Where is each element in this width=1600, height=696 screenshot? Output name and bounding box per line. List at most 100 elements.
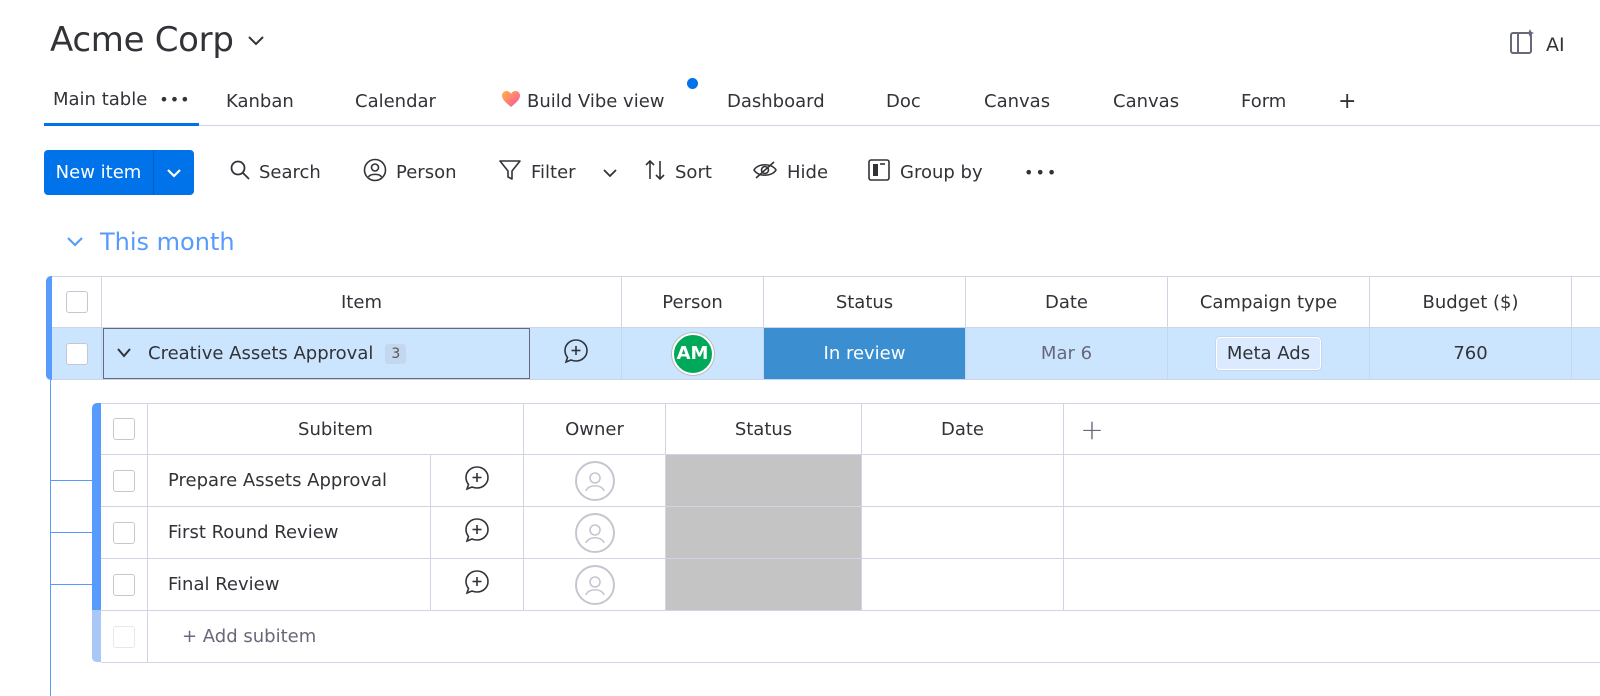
- date-cell[interactable]: [862, 507, 1064, 558]
- empty-avatar-icon[interactable]: [574, 460, 615, 501]
- item-name-cell[interactable]: Creative Assets Approval 3: [103, 328, 530, 379]
- updates-cell[interactable]: [431, 507, 524, 558]
- board-title-area[interactable]: Acme Corp: [50, 20, 266, 60]
- owner-cell[interactable]: [524, 455, 666, 506]
- person-filter-button[interactable]: Person: [363, 150, 457, 195]
- chevron-down-icon[interactable]: [154, 150, 194, 195]
- tab-build-vibe-view[interactable]: Build Vibe view: [501, 76, 665, 126]
- select-all-cell[interactable]: [52, 277, 102, 327]
- new-item-label[interactable]: New item: [44, 150, 154, 195]
- tab-doc[interactable]: Doc: [886, 76, 921, 126]
- owner-cell[interactable]: [524, 559, 666, 610]
- group-by-button[interactable]: Group by: [867, 150, 983, 195]
- new-item-button[interactable]: New item: [44, 150, 194, 195]
- owner-cell[interactable]: [524, 507, 666, 558]
- column-header-owner[interactable]: Owner: [524, 404, 666, 454]
- budget-cell[interactable]: 760: [1370, 328, 1572, 379]
- board-title[interactable]: Acme Corp: [50, 20, 234, 60]
- status-cell[interactable]: [666, 507, 862, 558]
- row-checkbox[interactable]: [113, 573, 135, 596]
- date-cell[interactable]: [862, 455, 1064, 506]
- empty-avatar-icon[interactable]: [574, 512, 615, 553]
- column-header-budget[interactable]: Budget ($): [1370, 277, 1572, 327]
- tab-label: Canvas: [984, 90, 1051, 112]
- add-update-icon[interactable]: [563, 338, 589, 369]
- add-update-icon[interactable]: [464, 465, 490, 496]
- subitem-row[interactable]: Prepare Assets Approval: [101, 455, 1600, 507]
- column-header-status[interactable]: Status: [666, 404, 862, 454]
- group-header[interactable]: This month: [66, 228, 235, 256]
- tab-canvas[interactable]: Canvas: [984, 76, 1050, 126]
- subitem-name-cell[interactable]: Final Review: [148, 559, 431, 610]
- budget-value: 760: [1453, 343, 1488, 364]
- search-button[interactable]: Search: [230, 150, 321, 195]
- eye-off-icon: [752, 159, 778, 186]
- row-select-cell[interactable]: [101, 455, 148, 506]
- more-options-icon[interactable]: •••: [159, 90, 190, 109]
- status-cell[interactable]: In review: [764, 328, 966, 379]
- tab-label: Doc: [886, 90, 921, 112]
- subitem-name[interactable]: Prepare Assets Approval: [168, 470, 387, 491]
- updates-cell[interactable]: [530, 328, 622, 379]
- add-view-button[interactable]: +: [1338, 76, 1356, 126]
- chevron-down-icon[interactable]: [66, 233, 84, 252]
- chevron-down-icon[interactable]: [246, 33, 266, 52]
- hide-button[interactable]: Hide: [752, 150, 828, 195]
- add-subitem-row[interactable]: + Add subitem: [101, 611, 1600, 663]
- row-select-cell[interactable]: [101, 507, 148, 558]
- status-cell[interactable]: [666, 455, 862, 506]
- row-checkbox[interactable]: [113, 469, 135, 492]
- subitem-name[interactable]: Final Review: [168, 574, 279, 595]
- column-header-date[interactable]: Date: [966, 277, 1168, 327]
- subitem-row[interactable]: Final Review: [101, 559, 1600, 611]
- row-checkbox[interactable]: [65, 342, 88, 365]
- empty-avatar-icon[interactable]: [574, 564, 615, 605]
- filter-button[interactable]: Filter: [498, 150, 617, 195]
- select-all-checkbox[interactable]: [65, 291, 88, 313]
- column-header-status[interactable]: Status: [764, 277, 966, 327]
- status-cell[interactable]: [666, 559, 862, 610]
- column-header-campaign-type[interactable]: Campaign type: [1168, 277, 1370, 327]
- row-select-cell[interactable]: [52, 328, 102, 379]
- tab-dashboard[interactable]: Dashboard: [727, 76, 825, 126]
- group-title[interactable]: This month: [100, 228, 235, 256]
- date-cell[interactable]: [862, 559, 1064, 610]
- updates-cell[interactable]: [431, 559, 524, 610]
- row-checkbox[interactable]: [113, 521, 135, 544]
- date-value: Mar 6: [1040, 343, 1093, 364]
- table-row[interactable]: Creative Assets Approval 3 AM In review …: [52, 328, 1600, 380]
- subitem-name-cell[interactable]: First Round Review: [148, 507, 431, 558]
- add-update-icon[interactable]: [464, 517, 490, 548]
- tab-calendar[interactable]: Calendar: [355, 76, 436, 126]
- subitem-row[interactable]: First Round Review: [101, 507, 1600, 559]
- select-all-cell[interactable]: [101, 404, 148, 454]
- chevron-down-icon[interactable]: [116, 343, 132, 364]
- avatar[interactable]: AM: [671, 332, 714, 375]
- select-all-checkbox[interactable]: [113, 418, 135, 440]
- add-column-button[interactable]: +: [1064, 404, 1120, 454]
- column-header-subitem[interactable]: Subitem: [148, 404, 524, 454]
- tab-canvas-2[interactable]: Canvas: [1113, 76, 1179, 126]
- campaign-type-cell[interactable]: Meta Ads: [1168, 328, 1370, 379]
- column-header-person[interactable]: Person: [622, 277, 764, 327]
- row-select-cell[interactable]: [101, 559, 148, 610]
- subitem-name-cell[interactable]: Prepare Assets Approval: [148, 455, 431, 506]
- subitem-count-badge[interactable]: 3: [385, 343, 407, 364]
- tab-main-table[interactable]: Main table •••: [44, 76, 199, 126]
- add-subitem-button[interactable]: + Add subitem: [148, 611, 1048, 662]
- more-options-icon[interactable]: •••: [1024, 150, 1058, 195]
- ai-button[interactable]: AI: [1508, 28, 1565, 61]
- campaign-type-chip[interactable]: Meta Ads: [1215, 337, 1322, 370]
- item-name[interactable]: Creative Assets Approval: [148, 343, 373, 364]
- add-update-icon[interactable]: [464, 569, 490, 600]
- date-cell[interactable]: Mar 6: [966, 328, 1168, 379]
- chevron-down-icon[interactable]: [602, 162, 617, 183]
- subitem-name[interactable]: First Round Review: [168, 522, 339, 543]
- column-header-date[interactable]: Date: [862, 404, 1064, 454]
- tab-form[interactable]: Form: [1241, 76, 1286, 126]
- sort-button[interactable]: Sort: [644, 150, 712, 195]
- person-cell[interactable]: AM: [622, 328, 764, 379]
- column-header-item[interactable]: Item: [102, 277, 622, 327]
- tab-kanban[interactable]: Kanban: [226, 76, 294, 126]
- updates-cell[interactable]: [431, 455, 524, 506]
